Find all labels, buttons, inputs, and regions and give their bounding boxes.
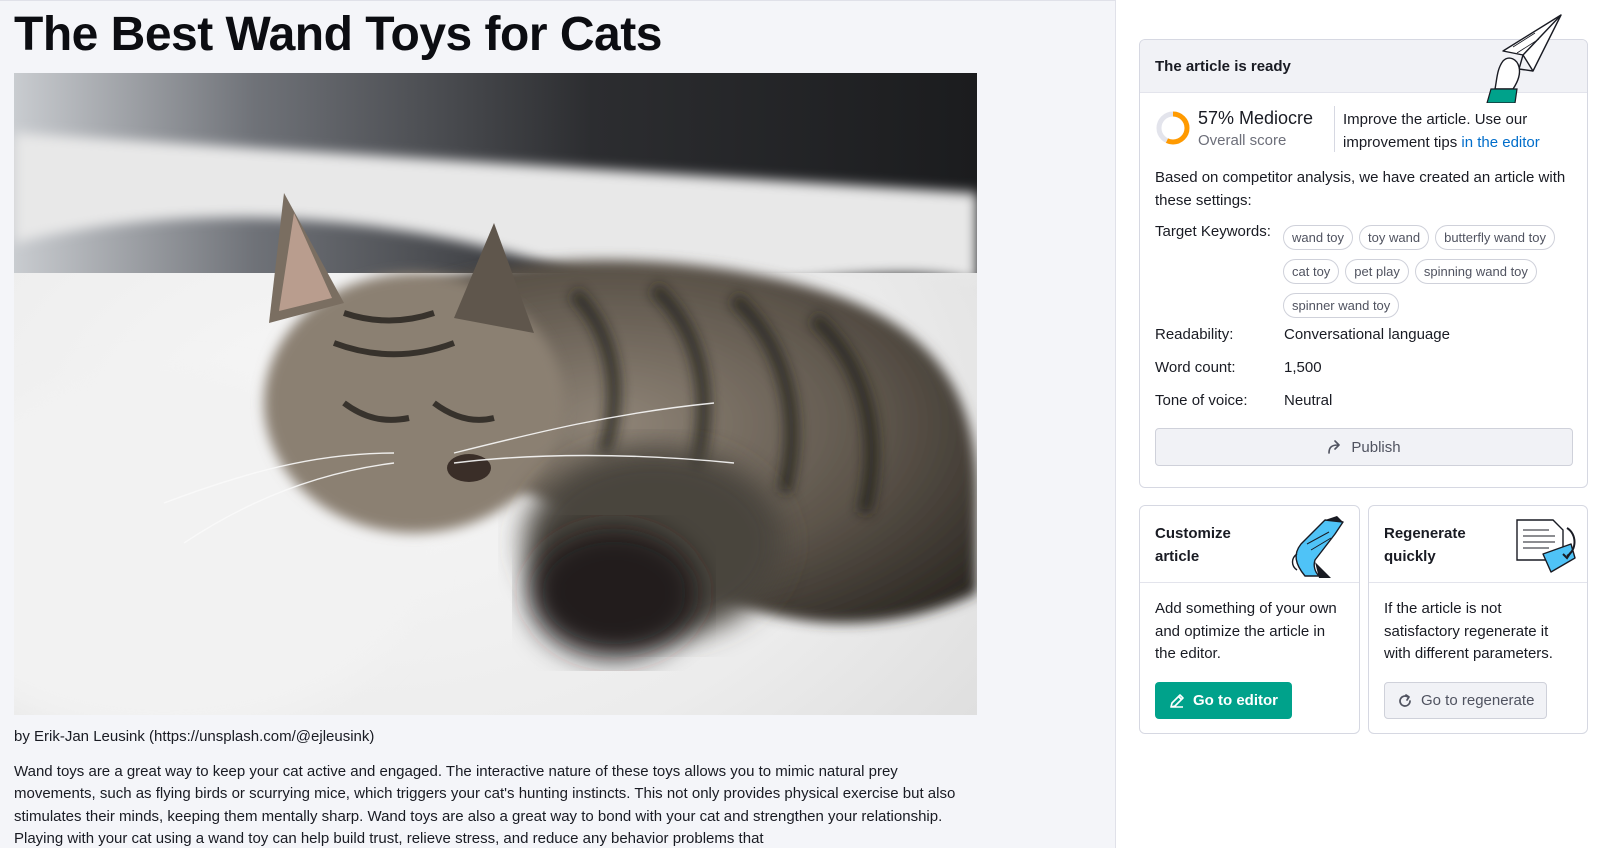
overall-score: 57% Mediocre Overall score Improve the a… [1155,106,1575,154]
customize-card: Customize article Add something of your … [1139,505,1360,734]
regenerate-description: If the article is not satisfactory regen… [1384,600,1553,662]
regenerate-card: Regenerate quickly If the article is not… [1368,505,1588,734]
keyword-chips: wand toy toy wand butterfly wand toy cat to… [1283,225,1573,318]
article-status-sidebar: The article is ready 57% Mediocre Overal… [1115,0,1600,848]
keyword-chip: toy wand [1359,225,1430,250]
wordcount-value: 1,500 [1284,359,1322,376]
keyword-chip: wand toy [1283,225,1354,250]
keyword-chip: spinner wand toy [1283,293,1400,318]
regenerate-document-illustration [1516,519,1576,573]
readability-value: Conversational language [1284,326,1450,343]
regenerate-card-header: Regenerate quickly [1369,506,1587,583]
pencil-icon [1170,693,1184,708]
customize-title: Customize article [1155,525,1231,565]
article-cover-image [14,73,977,715]
wordcount-label: Word count: [1155,359,1236,376]
keyword-chip: butterfly wand toy [1435,225,1555,250]
editor-link[interactable]: in the editor [1461,134,1539,151]
go-to-editor-label: Go to editor [1193,692,1278,709]
improvement-tip: Improve the article. Use our improvement… [1343,109,1575,154]
score-label: Overall score [1198,132,1287,149]
go-to-regenerate-button[interactable]: Go to regenerate [1384,682,1548,719]
photo-credit: by Erik-Jan Leusink (https://unsplash.co… [14,728,375,745]
divider [1334,106,1335,152]
publish-label: Publish [1351,438,1401,456]
cat-photo [14,73,977,715]
keyword-chip: pet play [1345,259,1409,284]
go-to-regenerate-label: Go to regenerate [1421,692,1535,709]
publish-button[interactable]: Publish [1155,428,1573,466]
customize-card-header: Customize article [1140,506,1359,583]
share-arrow-icon [1328,440,1341,454]
score-ring-icon [1156,111,1190,145]
article-preview: The Best Wand Toys for Cats by Erik-Jan … [0,0,1115,848]
keyword-chip: cat toy [1283,259,1340,284]
settings-intro: Based on competitor analysis, we have cr… [1155,169,1566,209]
refresh-icon [1399,693,1411,707]
article-ready-card: The article is ready 57% Mediocre Overal… [1139,39,1588,488]
customize-description: Add something of your own and optimize t… [1155,600,1337,662]
go-to-editor-button[interactable]: Go to editor [1155,682,1292,719]
tone-value: Neutral [1284,392,1333,409]
pen-hand-illustration [1291,516,1344,578]
keywords-label: Target Keywords: [1155,223,1271,240]
article-title: The Best Wand Toys for Cats [14,8,662,61]
regenerate-title: Regenerate quickly [1384,525,1466,565]
tone-label: Tone of voice: [1155,392,1248,409]
readability-label: Readability: [1155,326,1234,343]
keyword-chip: spinning wand toy [1414,259,1537,284]
score-value: 57% Mediocre [1198,108,1314,128]
article-paragraph: Wand toys are a great way to keep your c… [14,763,956,848]
ready-card-title: The article is ready [1155,58,1291,75]
paper-plane-illustration [1486,14,1562,103]
